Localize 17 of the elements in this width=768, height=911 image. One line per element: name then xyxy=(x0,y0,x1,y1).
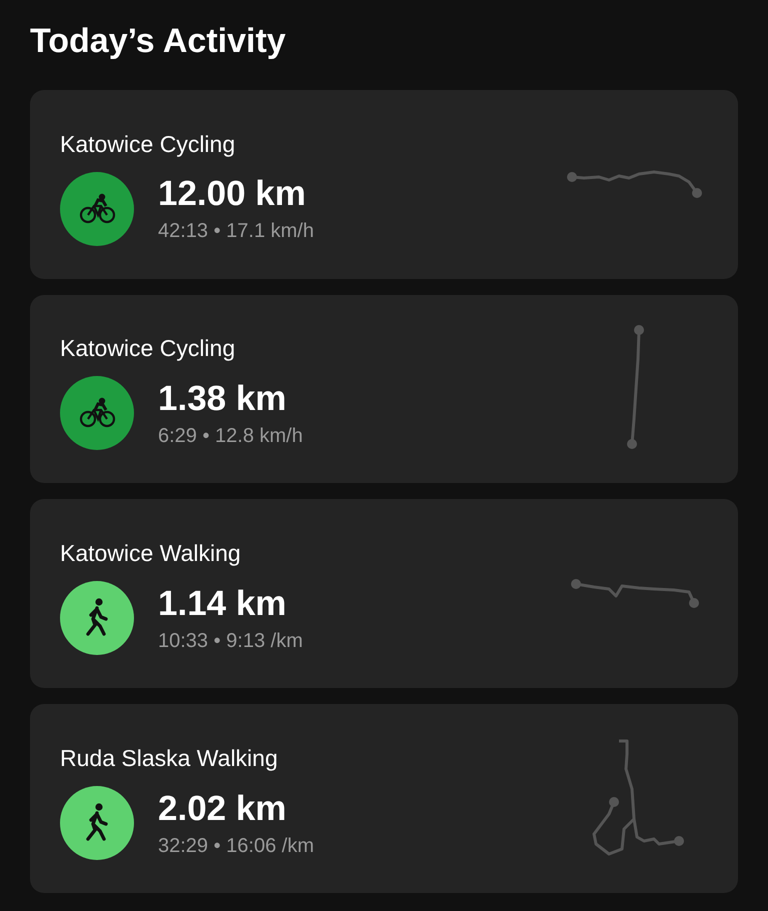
distance-value: 2.02 km xyxy=(158,788,286,829)
distance-value: 1.14 km xyxy=(158,584,286,624)
activity-card[interactable]: Katowice Cycling 12.00 km 42:13 • 17.1 km/h xyxy=(30,90,738,279)
activity-name: Katowice Walking xyxy=(60,540,241,568)
activity-name: Katowice Cycling xyxy=(60,130,236,158)
distance-value: 12.00 km xyxy=(158,174,306,214)
duration-speed-text: 42:13 • 17.1 km/h xyxy=(158,220,314,244)
activity-card[interactable]: Katowice Walking 1.14 km 10:33 • 9:13 /km xyxy=(30,499,738,688)
duration-speed-text: 32:29 • 16:06 /km xyxy=(158,834,314,858)
activity-card[interactable]: Ruda Slaska Walking 2.02 km 32:29 • 16:06 /km xyxy=(30,704,738,893)
page-title: Today’s Activity xyxy=(30,21,286,62)
distance-value: 1.38 km xyxy=(158,378,286,419)
duration-speed-text: 10:33 • 9:13 /km xyxy=(158,630,303,653)
duration-speed-text: 6:29 • 12.8 km/h xyxy=(158,424,303,448)
activity-name: Katowice Cycling xyxy=(60,335,236,362)
activity-name: Ruda Slaska Walking xyxy=(60,745,278,772)
activity-card[interactable]: Katowice Cycling 1.38 km 6:29 • 12.8 km/h xyxy=(30,294,738,484)
